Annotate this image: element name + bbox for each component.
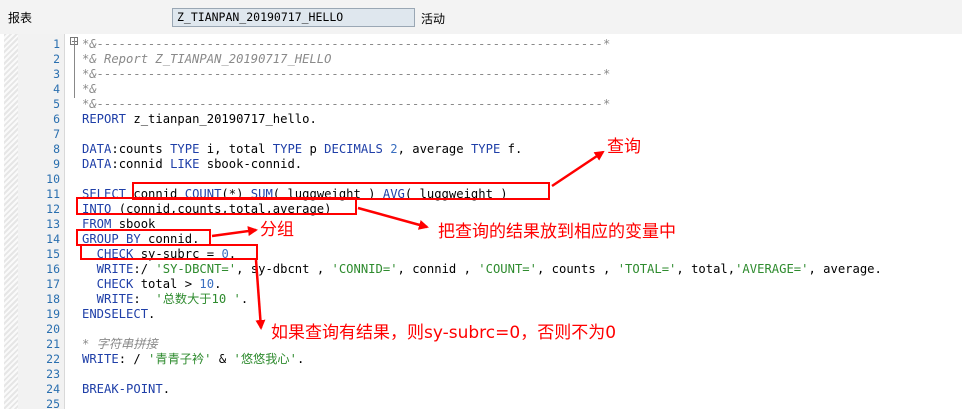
annotation-query: 查询 [607,137,641,157]
annotation-group: 分组 [260,220,294,240]
annotation-subrc: 如果查询有结果，则sy-subrc=0，否则不为0 [271,323,617,343]
annotation-into-result: 把查询的结果放到相应的变量中 [438,222,676,242]
annotation-arrows [211,150,605,330]
